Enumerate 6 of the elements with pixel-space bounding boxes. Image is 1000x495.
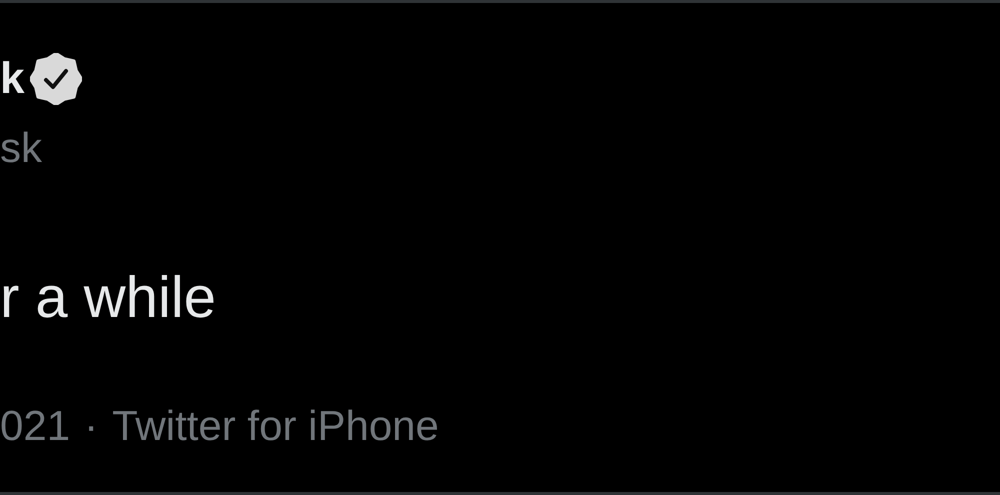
author-name[interactable]: k bbox=[0, 57, 24, 101]
author-handle[interactable]: sk bbox=[0, 127, 1000, 169]
tweet-source[interactable]: Twitter for iPhone bbox=[112, 405, 439, 447]
tweet-text: r a while bbox=[0, 269, 217, 327]
tweet-date[interactable]: 021 bbox=[0, 405, 70, 447]
separator: · bbox=[84, 405, 98, 447]
